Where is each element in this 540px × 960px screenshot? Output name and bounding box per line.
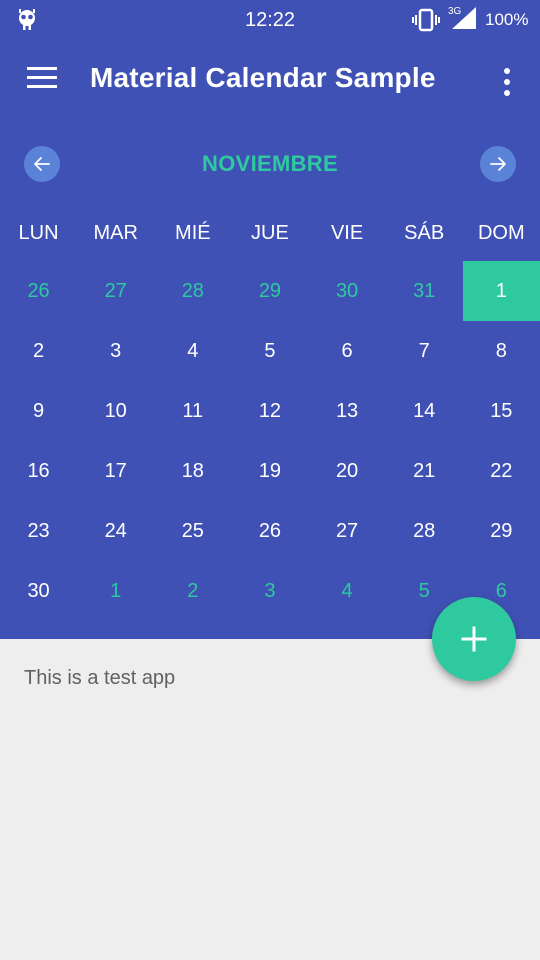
calendar-day[interactable]: 31 <box>386 261 463 321</box>
weekday-label: VIE <box>330 222 364 244</box>
weekday-label: MAR <box>93 222 138 244</box>
calendar-day[interactable]: 29 <box>463 501 540 561</box>
calendar-week-row: 9 10 11 12 13 14 15 <box>0 381 540 441</box>
calendar-day[interactable]: 1 <box>77 561 154 621</box>
calendar-day[interactable]: 15 <box>463 381 540 441</box>
calendar-day[interactable]: 2 <box>0 321 77 381</box>
hamburger-menu-icon[interactable] <box>22 63 62 99</box>
calendar-day[interactable]: 5 <box>231 321 308 381</box>
weekday-label: MIÉ <box>175 222 211 244</box>
calendar-day[interactable]: 18 <box>154 441 231 501</box>
calendar-grid: 26 27 28 29 30 31 1 2 3 4 5 6 7 8 9 10 11 12 13 14 15 16 17 18 1… <box>0 261 540 621</box>
calendar-week-row: 16 17 18 19 20 21 22 <box>0 441 540 501</box>
status-bar: 12:22 3G 100% <box>0 0 540 40</box>
calendar-day[interactable]: 27 <box>309 501 386 561</box>
calendar-day[interactable]: 6 <box>309 321 386 381</box>
calendar-day[interactable]: 14 <box>386 381 463 441</box>
calendar-day[interactable]: 11 <box>154 381 231 441</box>
calendar-day[interactable]: 7 <box>386 321 463 381</box>
plus-icon <box>461 626 487 652</box>
calendar-day[interactable]: 26 <box>231 501 308 561</box>
weekday-header: LUN MAR MIÉ JUE VIE SÁB DOM <box>0 222 540 252</box>
calendar-day[interactable]: 30 <box>309 261 386 321</box>
calendar-day[interactable]: 27 <box>77 261 154 321</box>
calendar-day[interactable]: 17 <box>77 441 154 501</box>
month-title: NOVIEMBRE <box>202 151 338 176</box>
calendar-day[interactable]: 26 <box>0 261 77 321</box>
content-text: This is a test app <box>24 667 176 689</box>
weekday-label: LUN <box>18 222 59 244</box>
calendar-day[interactable]: 29 <box>231 261 308 321</box>
app-toolbar: Material Calendar Sample <box>0 40 540 120</box>
calendar-day[interactable]: 23 <box>0 501 77 561</box>
calendar-day[interactable]: 24 <box>77 501 154 561</box>
weekday-label: SÁB <box>404 222 445 244</box>
calendar-day[interactable]: 22 <box>463 441 540 501</box>
calendar-day[interactable]: 25 <box>154 501 231 561</box>
calendar-day[interactable]: 3 <box>77 321 154 381</box>
calendar-day[interactable]: 3 <box>231 561 308 621</box>
calendar-day[interactable]: 2 <box>154 561 231 621</box>
calendar-day[interactable]: 19 <box>231 441 308 501</box>
add-fab-button[interactable] <box>432 597 516 681</box>
weekday-label: DOM <box>477 222 525 244</box>
calendar-week-row: 26 27 28 29 30 31 1 <box>0 261 540 321</box>
calendar-day[interactable]: 8 <box>463 321 540 381</box>
calendar-week-row: 23 24 25 26 27 28 29 <box>0 501 540 561</box>
calendar-day-selected[interactable]: 1 <box>462 261 540 321</box>
calendar-day[interactable]: 4 <box>154 321 231 381</box>
page-title: Material Calendar Sample <box>90 62 436 93</box>
next-month-button[interactable] <box>480 146 516 182</box>
arrow-right-icon <box>490 157 506 171</box>
calendar-day[interactable]: 20 <box>309 441 386 501</box>
calendar-day[interactable]: 21 <box>386 441 463 501</box>
calendar-day[interactable]: 28 <box>154 261 231 321</box>
battery-level: 100% <box>485 10 529 29</box>
vibrate-icon <box>412 8 440 37</box>
calendar-day[interactable]: 16 <box>0 441 77 501</box>
calendar-day[interactable]: 9 <box>0 381 77 441</box>
signal-icon <box>452 7 476 34</box>
calendar-day[interactable]: 30 <box>0 561 77 621</box>
calendar-day[interactable]: 10 <box>77 381 154 441</box>
weekday-label: JUE <box>251 222 289 244</box>
more-vert-icon[interactable] <box>490 64 524 100</box>
calendar-day[interactable]: 4 <box>309 561 386 621</box>
calendar-day[interactable]: 12 <box>231 381 308 441</box>
calendar-day[interactable]: 28 <box>386 501 463 561</box>
calendar-week-row: 2345678 <box>0 321 540 381</box>
calendar-day[interactable]: 13 <box>309 381 386 441</box>
